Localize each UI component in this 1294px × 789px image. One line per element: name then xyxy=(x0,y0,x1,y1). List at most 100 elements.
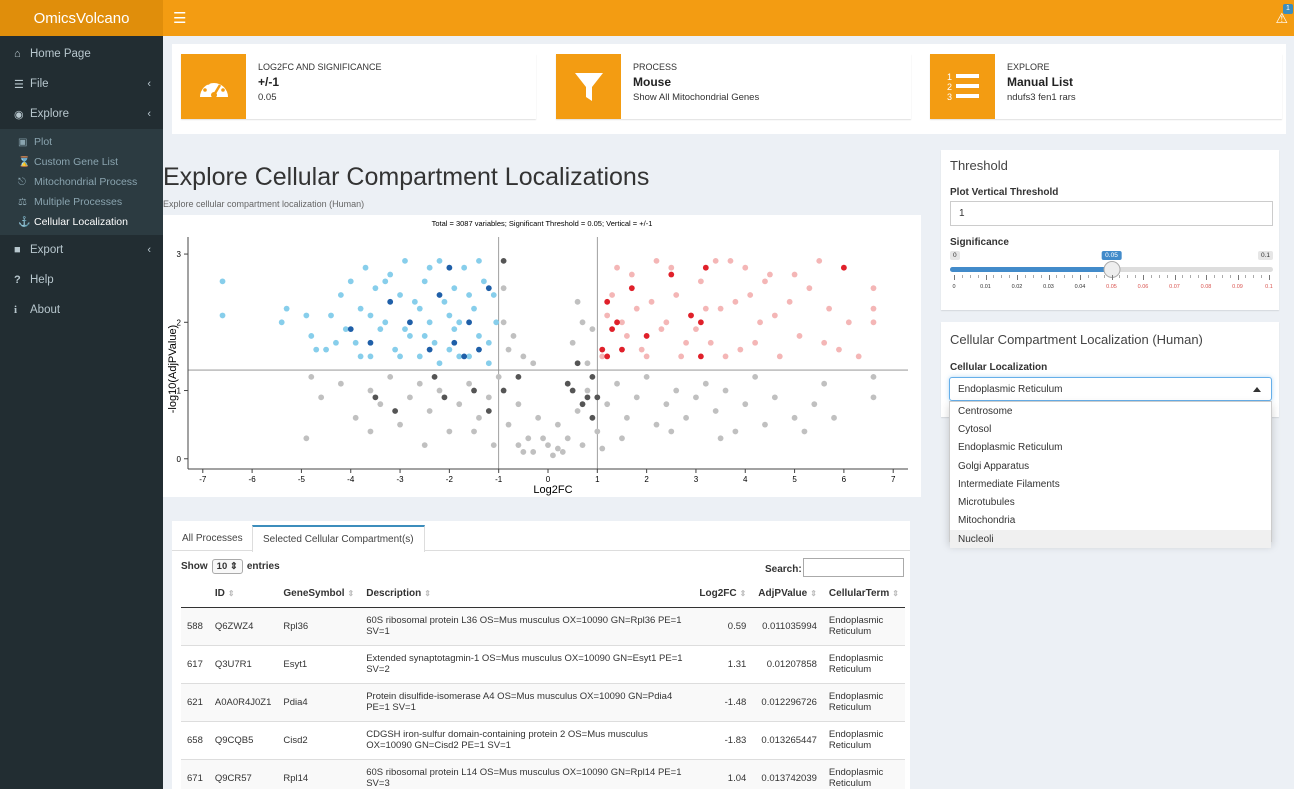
dropdown-option[interactable]: Mitochondria xyxy=(950,512,1271,530)
data-point-down_highlight xyxy=(407,319,413,326)
slider-tick-label: 0.03 xyxy=(1043,284,1054,290)
data-point-ns xyxy=(624,414,630,421)
data-point-up xyxy=(870,319,877,326)
sidebar-subitem-multiple-processes[interactable]: ⚖ Multiple Processes xyxy=(0,192,163,212)
table-row[interactable]: 617 Q3U7R1 Esyt1 Extended synaptotagmin-1 O… xyxy=(181,645,905,684)
selected-value: Endoplasmic Reticulum xyxy=(958,384,1063,395)
table-row[interactable]: 671 Q9CR57 Rpl14 60S ribosomal protein L14 … xyxy=(181,759,905,789)
data-point-up xyxy=(747,292,754,298)
tab-selected-compartments[interactable]: Selected Cellular Compartment(s) xyxy=(252,525,425,552)
sort-icon[interactable]: ⇕ xyxy=(348,589,355,598)
column-header[interactable] xyxy=(181,581,209,608)
data-point-down_highlight xyxy=(426,346,433,353)
data-point-down_highlight xyxy=(446,264,453,271)
data-point-ns xyxy=(702,380,709,387)
dropdown-option[interactable]: Centrosome xyxy=(950,402,1271,420)
column-header[interactable]: GeneSymbol ⇕ xyxy=(277,581,361,608)
entries-select[interactable]: 10 ⇕ xyxy=(211,559,243,574)
cellular-localization-select[interactable]: Endoplasmic Reticulum xyxy=(949,377,1272,401)
anchor-icon: ⚓ xyxy=(18,216,31,228)
data-point-down_highlight xyxy=(466,319,472,326)
top-navbar: ☰ ⚠ 1 xyxy=(163,0,1294,36)
data-point-down_highlight xyxy=(485,285,492,292)
data-point-down xyxy=(485,360,492,367)
slider-tick-label: 0.05 xyxy=(1106,284,1117,290)
sidebar-item-label: Export xyxy=(30,244,64,256)
hamburger-icon[interactable]: ☰ xyxy=(173,9,186,27)
table-row[interactable]: 621 A0A0R4J0Z1 Pdia4 Protein disulfide-isom… xyxy=(181,683,905,722)
slider-minor-tick xyxy=(1009,275,1011,278)
data-point-ns xyxy=(367,428,374,435)
data-point-ns xyxy=(589,326,596,333)
column-header[interactable]: CellularTerm ⇕ xyxy=(822,581,905,608)
slider-tick xyxy=(1111,275,1113,280)
slider-tick xyxy=(985,275,987,280)
volcano-plot-svg[interactable]: -7 -6 -5 -4 -3 -2 -1 0 1 2 3 4 5 6 70123 Total = 3087 … xyxy=(163,215,921,497)
table-cell: -1.48 xyxy=(693,683,753,722)
slider-tick-label: 0.1 xyxy=(1265,284,1273,290)
data-point-down_highlight xyxy=(451,339,458,346)
column-header[interactable]: Log2FC ⇕ xyxy=(693,581,753,608)
sidebar-item-file[interactable]: ☰ File ‹ xyxy=(0,69,163,99)
data-point-down xyxy=(278,319,285,326)
data-point-ns xyxy=(693,394,699,401)
data-point-down xyxy=(313,346,320,353)
sidebar-item-explore[interactable]: ◉ Explore ‹ xyxy=(0,99,163,129)
dropdown-option[interactable]: Nucleoli xyxy=(950,530,1271,549)
slider-tick xyxy=(1048,275,1050,280)
slider-tick-label: 0 xyxy=(952,284,956,290)
sidebar-subitem-mitochondrial-process[interactable]: ⎋ Mitochondrial Process xyxy=(0,172,163,192)
app-logo[interactable]: OmicsVolcano xyxy=(0,0,163,36)
table-row[interactable]: 658 Q9CQB5 Cisd2 CDGSH iron-sulfur domain-c… xyxy=(181,721,905,760)
data-point-down xyxy=(397,292,403,298)
data-point-down xyxy=(283,305,290,312)
localization-dropdown: Centrosome Cytosol Endoplasmic Reticulum Go… xyxy=(949,401,1272,549)
data-point-ns xyxy=(643,373,650,380)
volcano-plot[interactable]: -7 -6 -5 -4 -3 -2 -1 0 1 2 3 4 5 6 7 0 1 2 3 Total = 3087 … xyxy=(163,215,921,497)
sort-icon[interactable]: ⇕ xyxy=(740,589,747,598)
column-header[interactable]: ID ⇕ xyxy=(208,581,278,608)
data-point-up xyxy=(624,333,630,339)
sidebar-item-about[interactable]: i About xyxy=(0,295,163,325)
sidebar-item-label: Home Page xyxy=(30,48,91,60)
dropdown-option[interactable]: Cytosol xyxy=(950,420,1271,438)
info-box-value: Manual List xyxy=(1007,75,1074,89)
sort-icon[interactable]: ⇕ xyxy=(810,589,817,598)
dropdown-option[interactable]: Endoplasmic Reticulum xyxy=(950,439,1271,457)
dropdown-option[interactable]: Golgi Apparatus xyxy=(950,457,1271,475)
eye-icon: ◉ xyxy=(14,108,24,121)
column-header[interactable]: AdjPValue ⇕ xyxy=(752,581,823,608)
data-point-down xyxy=(493,319,500,326)
sidebar-item-help[interactable]: ? Help xyxy=(0,265,163,295)
column-header[interactable]: Description ⇕ xyxy=(360,581,694,608)
sort-icon[interactable]: ⇕ xyxy=(424,589,431,598)
sort-icon[interactable]: ⇕ xyxy=(892,589,899,598)
data-point-up_highlight xyxy=(697,353,704,360)
search-input[interactable] xyxy=(803,558,904,577)
data-point-up xyxy=(826,305,832,312)
sort-icon[interactable]: ⇕ xyxy=(228,589,235,598)
data-point-ns xyxy=(599,445,606,452)
sidebar-subitem-custom-gene-list[interactable]: ⌛ Custom Gene List xyxy=(0,152,163,172)
slider-tick-label: 0.09 xyxy=(1232,284,1243,290)
table-row[interactable]: 588 Q6ZWZ4 Rpl36 60S ribosomal protein L36 … xyxy=(181,607,905,646)
data-point-ns xyxy=(574,408,581,414)
significance-label: Significance xyxy=(950,237,1009,248)
data-point-down_highlight xyxy=(436,292,443,298)
sidebar-subitem-cellular-localization[interactable]: ⚓ Cellular Localization xyxy=(0,212,163,232)
data-point-down xyxy=(372,285,379,292)
data-point-up_highlight xyxy=(628,285,635,292)
dropdown-option[interactable]: Intermediate Filaments xyxy=(950,475,1271,493)
tab-all-processes[interactable]: All Processes xyxy=(172,525,253,551)
notification-badge: 1 xyxy=(1283,4,1293,14)
vertical-threshold-input[interactable]: 1 xyxy=(950,201,1273,226)
slider-tick xyxy=(1174,275,1176,280)
dropdown-option[interactable]: Microtubules xyxy=(950,493,1271,511)
data-point-ns xyxy=(540,435,546,442)
significance-slider[interactable]: 0 0.1 0.05 0 0.01 0.02 0.03 0.04 0.05 0.06 0.07… xyxy=(950,251,1273,301)
data-point-ns xyxy=(663,401,670,408)
data-point-down xyxy=(308,333,315,339)
sidebar-item-export[interactable]: ■ Export ‹ xyxy=(0,235,163,265)
sidebar-item-home[interactable]: ⌂ Home Page xyxy=(0,39,163,69)
sidebar-subitem-plot[interactable]: ▣ Plot xyxy=(0,132,163,152)
